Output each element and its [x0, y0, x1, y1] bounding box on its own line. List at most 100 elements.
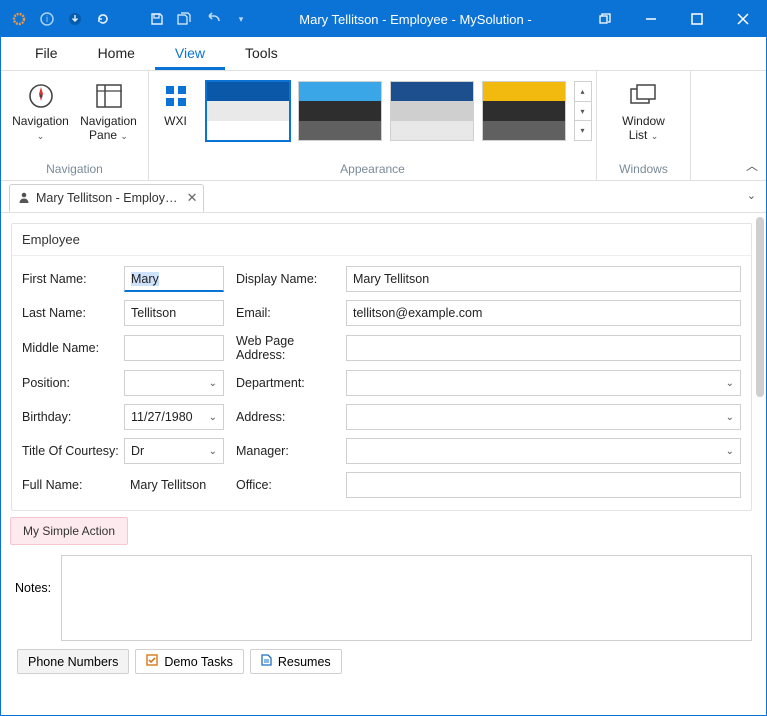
ribbon-group-appearance-caption: Appearance	[149, 159, 596, 180]
web-page-label: Web Page Address:	[236, 334, 346, 362]
position-input[interactable]: ⌄	[124, 370, 224, 396]
my-simple-action-button[interactable]: My Simple Action	[10, 517, 128, 545]
chevron-down-icon[interactable]: ⌄	[726, 412, 734, 423]
form-grid: First Name: Mary Display Name: Mary Tell…	[12, 256, 751, 510]
title-of-courtesy-label: Title Of Courtesy:	[22, 444, 124, 458]
full-name-label: Full Name:	[22, 478, 124, 492]
navigation-button[interactable]: Navigation⌄	[11, 77, 71, 143]
form-header: Employee	[12, 224, 751, 256]
titlebar: i ▾ Mary Tellitson - Employee - MySoluti…	[1, 1, 766, 37]
middle-name-input[interactable]	[124, 335, 224, 361]
bottom-tabs: Phone Numbers Demo Tasks Resumes	[1, 641, 766, 682]
theme-swatch-3[interactable]	[390, 81, 474, 141]
email-label: Email:	[236, 306, 346, 320]
manager-label: Manager:	[236, 444, 346, 458]
tab-resumes[interactable]: Resumes	[250, 649, 342, 674]
notes-textarea[interactable]	[61, 555, 752, 641]
save-all-icon[interactable]	[177, 11, 193, 27]
qat-customize-icon[interactable]: ▾	[233, 11, 249, 27]
minimize-button[interactable]	[628, 1, 674, 37]
manager-input[interactable]: ⌄	[346, 438, 741, 464]
theme-swatch-1[interactable]	[206, 81, 290, 141]
close-tab-icon[interactable]: ✕	[187, 190, 198, 206]
address-input[interactable]: ⌄	[346, 404, 741, 430]
employee-form: Employee First Name: Mary Display Name: …	[11, 223, 752, 511]
wxi-label: WXI	[164, 115, 187, 129]
menu-tools[interactable]: Tools	[225, 37, 298, 70]
window-list-label: WindowList	[622, 114, 665, 142]
menu-view[interactable]: View	[155, 37, 225, 70]
theme-gallery: ▴ ▾ ▾	[206, 81, 592, 141]
spin-up-icon[interactable]: ▴	[575, 82, 591, 102]
chevron-down-icon[interactable]: ⌄	[726, 446, 734, 457]
ribbon: Navigation⌄ NavigationPane ⌄ Navigation …	[1, 71, 766, 181]
email-input[interactable]: tellitson@example.com	[346, 300, 741, 326]
close-button[interactable]	[720, 1, 766, 37]
display-name-label: Display Name:	[236, 272, 346, 286]
display-name-input[interactable]: Mary Tellitson	[346, 266, 741, 292]
vertical-scrollbar[interactable]	[756, 217, 764, 397]
undo-icon[interactable]	[205, 11, 221, 27]
middle-name-label: Middle Name:	[22, 341, 124, 355]
first-name-input[interactable]: Mary	[124, 266, 224, 292]
svg-text:i: i	[46, 14, 48, 24]
save-icon[interactable]	[149, 11, 165, 27]
gear-icon[interactable]	[11, 11, 27, 27]
spin-down-icon[interactable]: ▾	[575, 102, 591, 122]
wxi-button[interactable]: WXI	[154, 77, 198, 129]
navigation-pane-button[interactable]: NavigationPane ⌄	[79, 77, 139, 143]
form-area: Employee First Name: Mary Display Name: …	[1, 213, 766, 715]
department-label: Department:	[236, 376, 346, 390]
window-title: Mary Tellitson - Employee - MySolution -	[249, 12, 582, 27]
application-window: i ▾ Mary Tellitson - Employee - MySoluti…	[0, 0, 767, 716]
document-tab-active[interactable]: Mary Tellitson - Employ… ✕	[9, 184, 204, 212]
chevron-down-icon[interactable]: ⌄	[726, 378, 734, 389]
compass-icon	[25, 81, 57, 111]
department-input[interactable]: ⌄	[346, 370, 741, 396]
quick-access-toolbar: i ▾	[1, 11, 249, 27]
window-buttons	[582, 1, 766, 37]
web-page-input[interactable]	[346, 335, 741, 361]
last-name-input[interactable]: Tellitson	[124, 300, 224, 326]
refresh-icon[interactable]	[95, 11, 111, 27]
theme-swatch-2[interactable]	[298, 81, 382, 141]
ribbon-group-appearance: WXI ▴ ▾ ▾ Appearance	[149, 71, 597, 180]
person-icon	[18, 191, 30, 206]
ribbon-group-windows-caption: Windows	[597, 159, 690, 180]
document-tab-label: Mary Tellitson - Employ…	[36, 191, 177, 205]
birthday-input[interactable]: 11/27/1980⌄	[124, 404, 224, 430]
menu-file[interactable]: File	[15, 37, 78, 70]
task-icon	[146, 654, 158, 669]
office-input[interactable]	[346, 472, 741, 498]
position-label: Position:	[22, 376, 124, 390]
grid-icon	[160, 81, 192, 111]
birthday-label: Birthday:	[22, 410, 124, 424]
document-tabs: Mary Tellitson - Employ… ✕ ⌄	[1, 181, 766, 213]
chevron-down-icon[interactable]: ⌄	[209, 446, 217, 457]
maximize-button[interactable]	[674, 1, 720, 37]
theme-gallery-spinner[interactable]: ▴ ▾ ▾	[574, 81, 592, 141]
spin-more-icon[interactable]: ▾	[575, 121, 591, 140]
ribbon-group-navigation-caption: Navigation	[1, 159, 148, 180]
document-icon	[261, 654, 272, 669]
info-icon[interactable]: i	[39, 11, 55, 27]
tabs-expand-icon[interactable]: ⌄	[747, 189, 756, 202]
notes-label: Notes:	[15, 555, 53, 641]
download-icon[interactable]	[67, 11, 83, 27]
window-list-button[interactable]: WindowList ⌄	[609, 77, 679, 143]
ribbon-collapse-button[interactable]: ︿	[746, 157, 758, 174]
menu-home[interactable]: Home	[78, 37, 155, 70]
title-of-courtesy-input[interactable]: Dr⌄	[124, 438, 224, 464]
office-label: Office:	[236, 478, 346, 492]
windows-icon	[628, 81, 660, 111]
tab-demo-tasks[interactable]: Demo Tasks	[135, 649, 244, 674]
menubar: File Home View Tools	[1, 37, 766, 71]
chevron-down-icon[interactable]: ⌄	[209, 412, 217, 423]
theme-swatch-4[interactable]	[482, 81, 566, 141]
restore-down-button[interactable]	[582, 1, 628, 37]
address-label: Address:	[236, 410, 346, 424]
tab-phone-numbers[interactable]: Phone Numbers	[17, 649, 129, 674]
notes-row: Notes:	[1, 545, 766, 641]
chevron-down-icon[interactable]: ⌄	[209, 378, 217, 389]
navigation-label: Navigation	[12, 114, 69, 128]
